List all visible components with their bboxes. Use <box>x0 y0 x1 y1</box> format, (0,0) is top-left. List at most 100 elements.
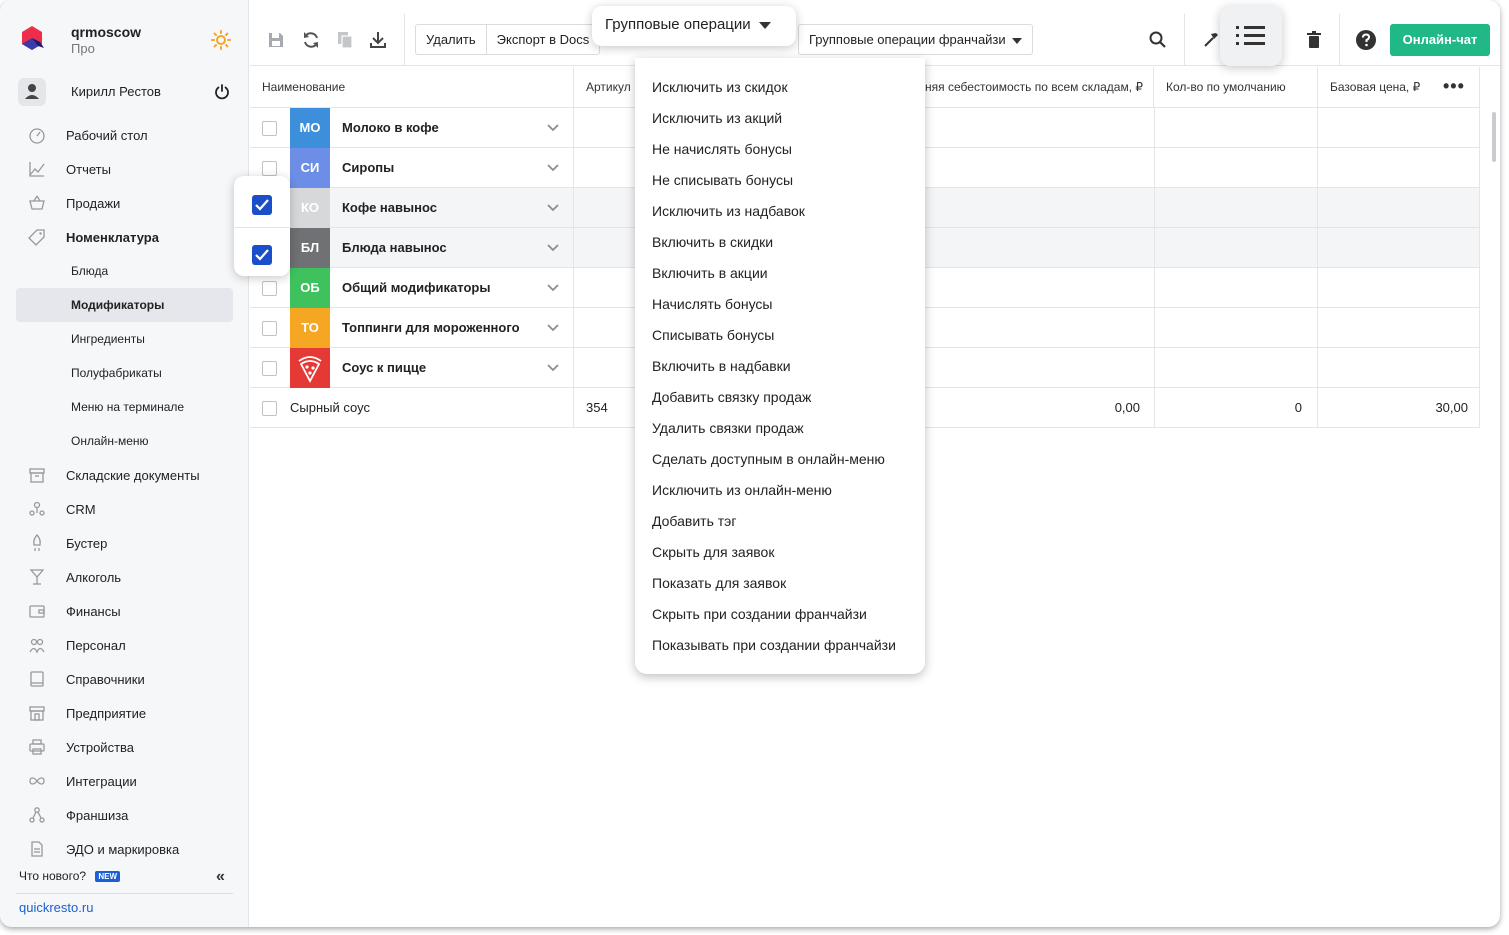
group-tile: ОБ <box>290 268 330 308</box>
menu-item[interactable]: Включить в акции <box>652 265 768 281</box>
menu-item[interactable]: Скрыть при создании франчайзи <box>652 606 867 622</box>
refresh-icon[interactable] <box>301 30 321 50</box>
menu-item[interactable]: Исключить из скидок <box>652 79 788 95</box>
menu-item[interactable]: Исключить из надбавок <box>652 203 805 219</box>
account-plan: Про <box>71 41 95 56</box>
checked-checkbox[interactable] <box>252 245 272 265</box>
nav-item-integrations[interactable]: Интеграции <box>16 764 233 798</box>
group-name: Блюда навынос <box>342 240 447 255</box>
nav-item-edo[interactable]: ЭДО и маркировка <box>16 832 233 866</box>
nav-item-nomenclature[interactable]: Номенклатура <box>16 220 233 254</box>
nav-sub-ingredients[interactable]: Ингредиенты <box>16 322 233 356</box>
menu-item[interactable]: Показывать при создании франчайзи <box>652 637 896 653</box>
row-checkbox[interactable] <box>262 281 277 296</box>
nav-sub-semi[interactable]: Полуфабрикаты <box>16 356 233 390</box>
nav-sub-modifiers[interactable]: Модификаторы <box>16 288 233 322</box>
toolbar: Удалить Экспорт в Docs Групповые операци… <box>250 0 1500 66</box>
nav-sub-terminal-menu[interactable]: Меню на терминале <box>16 390 233 424</box>
brand[interactable]: qrmoscow Про <box>18 22 233 62</box>
nav-item-enterprise[interactable]: Предприятие <box>16 696 233 730</box>
menu-item[interactable]: Исключить из акций <box>652 110 782 126</box>
menu-item[interactable]: Исключить из онлайн-меню <box>652 482 832 498</box>
menu-item[interactable]: Не списывать бонусы <box>652 172 793 188</box>
trash-icon[interactable] <box>1304 30 1324 50</box>
copy-icon[interactable] <box>335 30 355 50</box>
chevron-down-icon[interactable] <box>546 121 560 135</box>
search-icon[interactable] <box>1148 30 1168 50</box>
cell-divider <box>573 268 574 308</box>
more-options-icon[interactable]: ••• <box>1443 77 1465 95</box>
menu-item[interactable]: Не начислять бонусы <box>652 141 792 157</box>
chevron-down-icon[interactable] <box>546 361 560 375</box>
group-name: Молоко в кофе <box>342 120 439 135</box>
menu-item[interactable]: Показать для заявок <box>652 575 786 591</box>
chevron-down-icon[interactable] <box>546 201 560 215</box>
nav-sub-dishes[interactable]: Блюда <box>16 254 233 288</box>
nav-item-devices[interactable]: Устройства <box>16 730 233 764</box>
row-checkbox[interactable] <box>262 401 277 416</box>
row-checkbox[interactable] <box>262 321 277 336</box>
nav-item-warehouse[interactable]: Складские документы <box>16 458 233 492</box>
cell-divider <box>1154 228 1155 268</box>
menu-item[interactable]: Списывать бонусы <box>652 327 774 343</box>
chevron-down-icon[interactable] <box>546 281 560 295</box>
group-operations-button[interactable]: Групповые операции <box>592 6 796 46</box>
group-tile: БЛ <box>290 228 330 268</box>
nav-item-reports[interactable]: Отчеты <box>16 152 233 186</box>
sun-icon[interactable] <box>211 30 231 50</box>
menu-item[interactable]: Удалить связки продаж <box>652 420 804 436</box>
toolbar-separator <box>1339 14 1340 66</box>
user-profile[interactable]: Кирилл Рестов <box>18 78 233 106</box>
infinity-icon <box>29 777 45 785</box>
list-view-button[interactable] <box>1220 6 1282 66</box>
nav-item-booster[interactable]: Бустер <box>16 526 233 560</box>
column-header-name[interactable]: Наименование <box>250 67 574 108</box>
cell-divider <box>1154 108 1155 148</box>
nav-item-franchise[interactable]: Франшиза <box>16 798 233 832</box>
export-docs-button[interactable]: Экспорт в Docs <box>487 25 600 54</box>
nav-sub-online-menu[interactable]: Онлайн-меню <box>16 424 233 458</box>
menu-item[interactable]: Начислять бонусы <box>652 296 773 312</box>
franchise-group-ops-label: Групповые операции франчайзи <box>809 32 1006 47</box>
online-chat-button[interactable]: Онлайн-чат <box>1390 24 1490 56</box>
menu-item[interactable]: Добавить тэг <box>652 513 736 529</box>
power-icon[interactable] <box>213 83 231 101</box>
table-right-border <box>1479 67 1480 428</box>
chevron-down-icon[interactable] <box>546 161 560 175</box>
nav-label: CRM <box>66 502 96 517</box>
chevron-down-icon[interactable] <box>546 321 560 335</box>
nav-label: Франшиза <box>66 808 129 823</box>
nav-item-refs[interactable]: Справочники <box>16 662 233 696</box>
nav-item-alcohol[interactable]: Алкоголь <box>16 560 233 594</box>
tools-icon[interactable] <box>1201 30 1221 50</box>
cell-divider <box>573 228 574 268</box>
nav-item-sales[interactable]: Продажи <box>16 186 233 220</box>
nav-label: Отчеты <box>66 162 111 177</box>
site-link[interactable]: quickresto.ru <box>19 900 93 915</box>
nav-item-staff[interactable]: Персонал <box>16 628 233 662</box>
whats-new-link[interactable]: Что нового? NEW <box>19 869 121 883</box>
franchise-group-ops-button[interactable]: Групповые операции франчайзи <box>798 24 1033 55</box>
checked-checkbox[interactable] <box>252 195 272 215</box>
menu-item[interactable]: Включить в скидки <box>652 234 773 250</box>
row-checkbox[interactable] <box>262 121 277 136</box>
delete-button[interactable]: Удалить <box>416 25 487 54</box>
collapse-sidebar-icon[interactable]: « <box>216 868 225 886</box>
nav-item-desktop[interactable]: Рабочий стол <box>16 118 233 152</box>
nav-label: Персонал <box>66 638 126 653</box>
nav-item-finance[interactable]: Финансы <box>16 594 233 628</box>
row-checkbox[interactable] <box>262 361 277 376</box>
scrollbar[interactable] <box>1492 112 1496 162</box>
nav-item-crm[interactable]: CRM <box>16 492 233 526</box>
menu-item[interactable]: Включить в надбавки <box>652 358 791 374</box>
menu-item[interactable]: Сделать доступным в онлайн-меню <box>652 451 885 467</box>
column-header-qty[interactable]: Кол-во по умолчанию <box>1154 67 1318 108</box>
help-icon[interactable] <box>1356 30 1376 50</box>
row-checkbox[interactable] <box>262 161 277 176</box>
menu-item[interactable]: Добавить связку продаж <box>652 389 811 405</box>
menu-item[interactable]: Скрыть для заявок <box>652 544 774 560</box>
chevron-down-icon[interactable] <box>546 241 560 255</box>
gauge-icon <box>29 128 45 144</box>
download-icon[interactable] <box>368 30 388 50</box>
save-icon[interactable] <box>266 30 286 50</box>
